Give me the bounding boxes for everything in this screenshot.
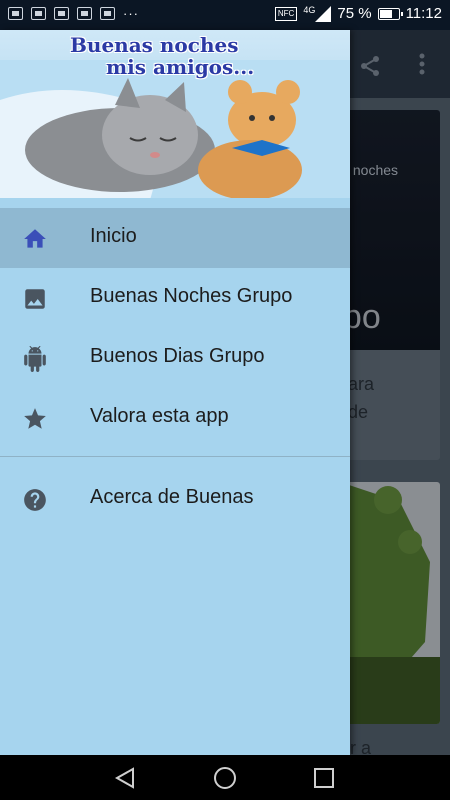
menu-item-inicio[interactable]: Inicio [0,208,350,268]
help-icon [24,489,46,511]
notification-image-icon [8,7,23,20]
menu-item-label: Buenas Noches Grupo [90,285,293,307]
menu-item-buenas-noches-grupo[interactable]: Buenas Noches Grupo [0,268,350,328]
menu-item-label: Acerca de Buenas [90,486,254,508]
menu-item-acerca-de-buenas[interactable]: Acerca de Buenas [0,469,350,529]
status-bar: ··· NFC 4G 75 % 11:12 [0,0,450,30]
sleeping-kitten-illustration [0,60,350,198]
menu-item-label: Inicio [90,225,137,247]
notification-icons: ··· [8,6,139,21]
drawer-header-image: Buenas noches mis amigos... [0,30,350,198]
clock: 11:12 [405,5,442,22]
header-title-line: mis amigos... [106,55,255,79]
menu-item-label: Buenos Dias Grupo [90,345,265,367]
menu-item-buenos-dias-grupo[interactable]: Buenos Dias Grupo [0,328,350,388]
system-navigation-bar [0,755,450,800]
notification-image-icon [100,7,115,20]
star-icon [24,408,46,429]
back-icon[interactable] [113,766,137,790]
drawer-header-title: Buenas noches mis amigos... [70,34,310,78]
menu-item-label: Valora esta app [90,405,229,427]
header-title-line: Buenas noches [70,33,239,57]
nfc-icon: NFC [274,6,298,21]
android-icon [24,346,46,372]
recent-apps-icon[interactable] [314,768,334,788]
notification-image-icon [77,7,92,20]
menu-item-valora-esta-app[interactable]: Valora esta app [0,388,350,448]
network-type: 4G [303,4,316,15]
home-nav-icon[interactable] [213,766,237,790]
notification-image-icon [54,7,69,20]
more-notifications-icon: ··· [123,6,139,21]
drawer-menu: Inicio Buenas Noches Grupo Buenos Dias G… [0,208,350,529]
system-status: NFC 4G 75 % 11:12 [274,4,442,22]
home-icon [24,229,46,248]
image-icon [25,289,45,309]
signal-icon [315,5,332,22]
notification-image-icon [31,7,46,20]
battery-percent: 75 % [337,5,372,22]
menu-divider [0,456,350,457]
navigation-drawer: Buenas noches mis amigos... Inicio Buena… [0,30,350,755]
battery-icon [377,7,403,20]
